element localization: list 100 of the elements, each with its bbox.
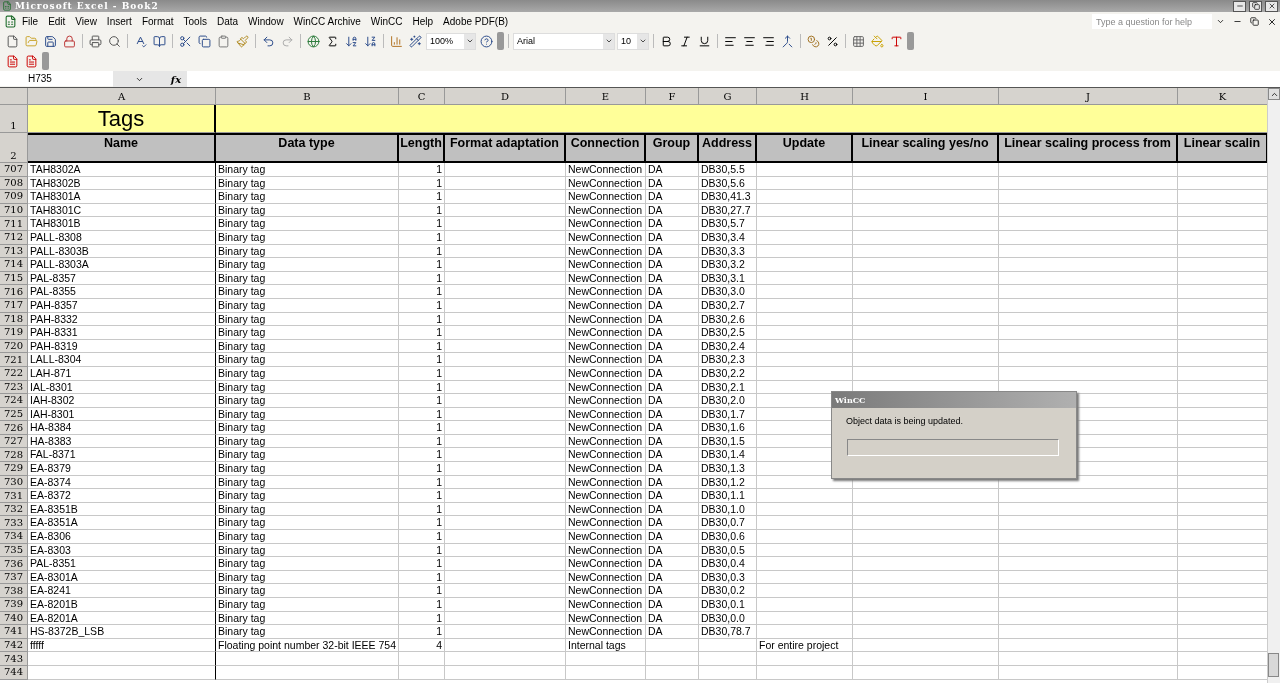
menu-item[interactable]: Window (243, 13, 289, 30)
print-button[interactable] (87, 32, 104, 50)
row-header[interactable]: 739 (0, 598, 28, 612)
table-cell: DB30,3.2 (699, 258, 757, 272)
menu-item[interactable]: Insert (101, 13, 137, 30)
row-header[interactable]: 707 (0, 163, 28, 177)
column-header[interactable]: G (699, 88, 757, 105)
close-icon (1267, 2, 1276, 10)
borders-icon (852, 34, 865, 48)
row-header[interactable]: 709 (0, 190, 28, 204)
name-box[interactable]: H735 (0, 71, 113, 86)
row-header[interactable]: 714 (0, 258, 28, 272)
row-header[interactable]: 711 (0, 217, 28, 231)
row-header[interactable]: 719 (0, 326, 28, 340)
zoom-dropdown[interactable]: 100% (426, 32, 476, 50)
menu-item[interactable]: Adobe PDF(B) (438, 13, 514, 30)
formula-field[interactable] (187, 71, 1280, 87)
column-header[interactable]: I (853, 88, 999, 105)
copy-button[interactable] (196, 32, 213, 50)
table-cell: Binary tag (216, 475, 399, 490)
font-dropdown[interactable]: Arial (513, 32, 615, 50)
table-cell (699, 665, 757, 680)
table-cell: PAL-8355 (28, 285, 216, 299)
menu-item[interactable]: WinCC Archive (288, 13, 366, 30)
insert-function-button[interactable]: fx (165, 71, 187, 87)
table-cell: 1 (399, 570, 445, 585)
table-cell: DB30,3.4 (699, 230, 757, 245)
close-button[interactable] (1265, 0, 1278, 12)
fill-color-button[interactable] (869, 32, 886, 50)
table-cell: Binary tag (216, 516, 399, 531)
menu-item[interactable]: Tools (178, 13, 212, 30)
toolbar-grip[interactable] (497, 32, 504, 50)
menu-item[interactable]: File (17, 13, 44, 30)
table-cell: NewConnection (566, 339, 646, 354)
table-cell: DB30,0.2 (699, 584, 757, 598)
row-header[interactable]: 738 (0, 584, 28, 598)
table-cell: EA-8201A (28, 611, 216, 626)
row-header[interactable]: 741 (0, 625, 28, 639)
row-header[interactable]: 743 (0, 652, 28, 666)
column-header[interactable]: F (646, 88, 699, 105)
table-cell: 1 (399, 312, 445, 327)
column-header[interactable]: H (757, 88, 853, 105)
table-cell: NewConnection (566, 190, 646, 204)
column-header[interactable]: K (1178, 88, 1267, 105)
column-header[interactable]: A (28, 88, 216, 105)
table-cell: Binary tag (216, 339, 399, 354)
restore-button[interactable] (1249, 0, 1262, 12)
row-header[interactable]: 716 (0, 285, 28, 299)
menu-item[interactable]: View (70, 13, 102, 30)
autosum-icon (326, 34, 339, 48)
table-cell: DA (646, 285, 699, 299)
vertical-scrollbar[interactable] (1267, 88, 1280, 683)
table-cell: DA (646, 312, 699, 327)
menu-item[interactable]: Edit (43, 13, 71, 30)
row-header[interactable]: 729 (0, 462, 28, 476)
table-cell: DA (646, 271, 699, 286)
table-cell: DB30,2.1 (699, 380, 757, 395)
menu-item[interactable]: Format (136, 13, 179, 30)
table-cell: Internal tags (566, 638, 646, 653)
table-cell: NewConnection (566, 366, 646, 381)
table-cell: NewConnection (566, 217, 646, 231)
menu-item[interactable]: WinCC (365, 13, 408, 30)
row-header[interactable]: 736 (0, 557, 28, 571)
toolbar-grip[interactable] (907, 32, 914, 50)
table-cell: Binary tag (216, 285, 399, 299)
row-header[interactable]: 724 (0, 394, 28, 408)
row-header[interactable]: 726 (0, 421, 28, 435)
table-cell: NewConnection (566, 244, 646, 259)
column-header[interactable]: B (216, 88, 399, 105)
column-header[interactable]: C (399, 88, 445, 105)
table-cell: DB30,5.7 (699, 217, 757, 231)
menu-item[interactable]: Help (407, 13, 439, 30)
table-cell: PAH-8331 (28, 326, 216, 340)
row-header[interactable]: 734 (0, 530, 28, 544)
row-header[interactable]: 1 (0, 105, 28, 133)
table-cell: Binary tag (216, 584, 399, 598)
copy-icon (198, 34, 211, 48)
menu-item[interactable]: Data (211, 13, 244, 30)
toolbar-grip[interactable] (42, 52, 49, 70)
column-header[interactable]: D (445, 88, 566, 105)
save-icon (44, 34, 57, 48)
hyperlink-button[interactable] (305, 32, 322, 50)
help-search-field[interactable]: Type a question for help (1092, 14, 1212, 29)
minimize-button[interactable] (1233, 0, 1246, 12)
help-button[interactable] (478, 32, 495, 50)
column-header[interactable]: J (999, 88, 1178, 105)
table-cell: Binary tag (216, 489, 399, 503)
table-cell: DB30,2.4 (699, 339, 757, 354)
row-header[interactable]: 2 (0, 133, 28, 163)
row-header[interactable]: 728 (0, 448, 28, 463)
scroll-up-button[interactable] (1268, 88, 1280, 100)
column-header[interactable]: E (566, 88, 646, 105)
table-cell (646, 652, 699, 666)
table-cell: Binary tag (216, 462, 399, 476)
row-header[interactable]: 733 (0, 516, 28, 531)
row-header[interactable]: 731 (0, 489, 28, 503)
row-header[interactable]: 721 (0, 353, 28, 367)
font-size-dropdown[interactable]: 10 (617, 32, 649, 50)
bold-icon (660, 34, 673, 48)
scroll-thumb[interactable] (1268, 653, 1279, 677)
